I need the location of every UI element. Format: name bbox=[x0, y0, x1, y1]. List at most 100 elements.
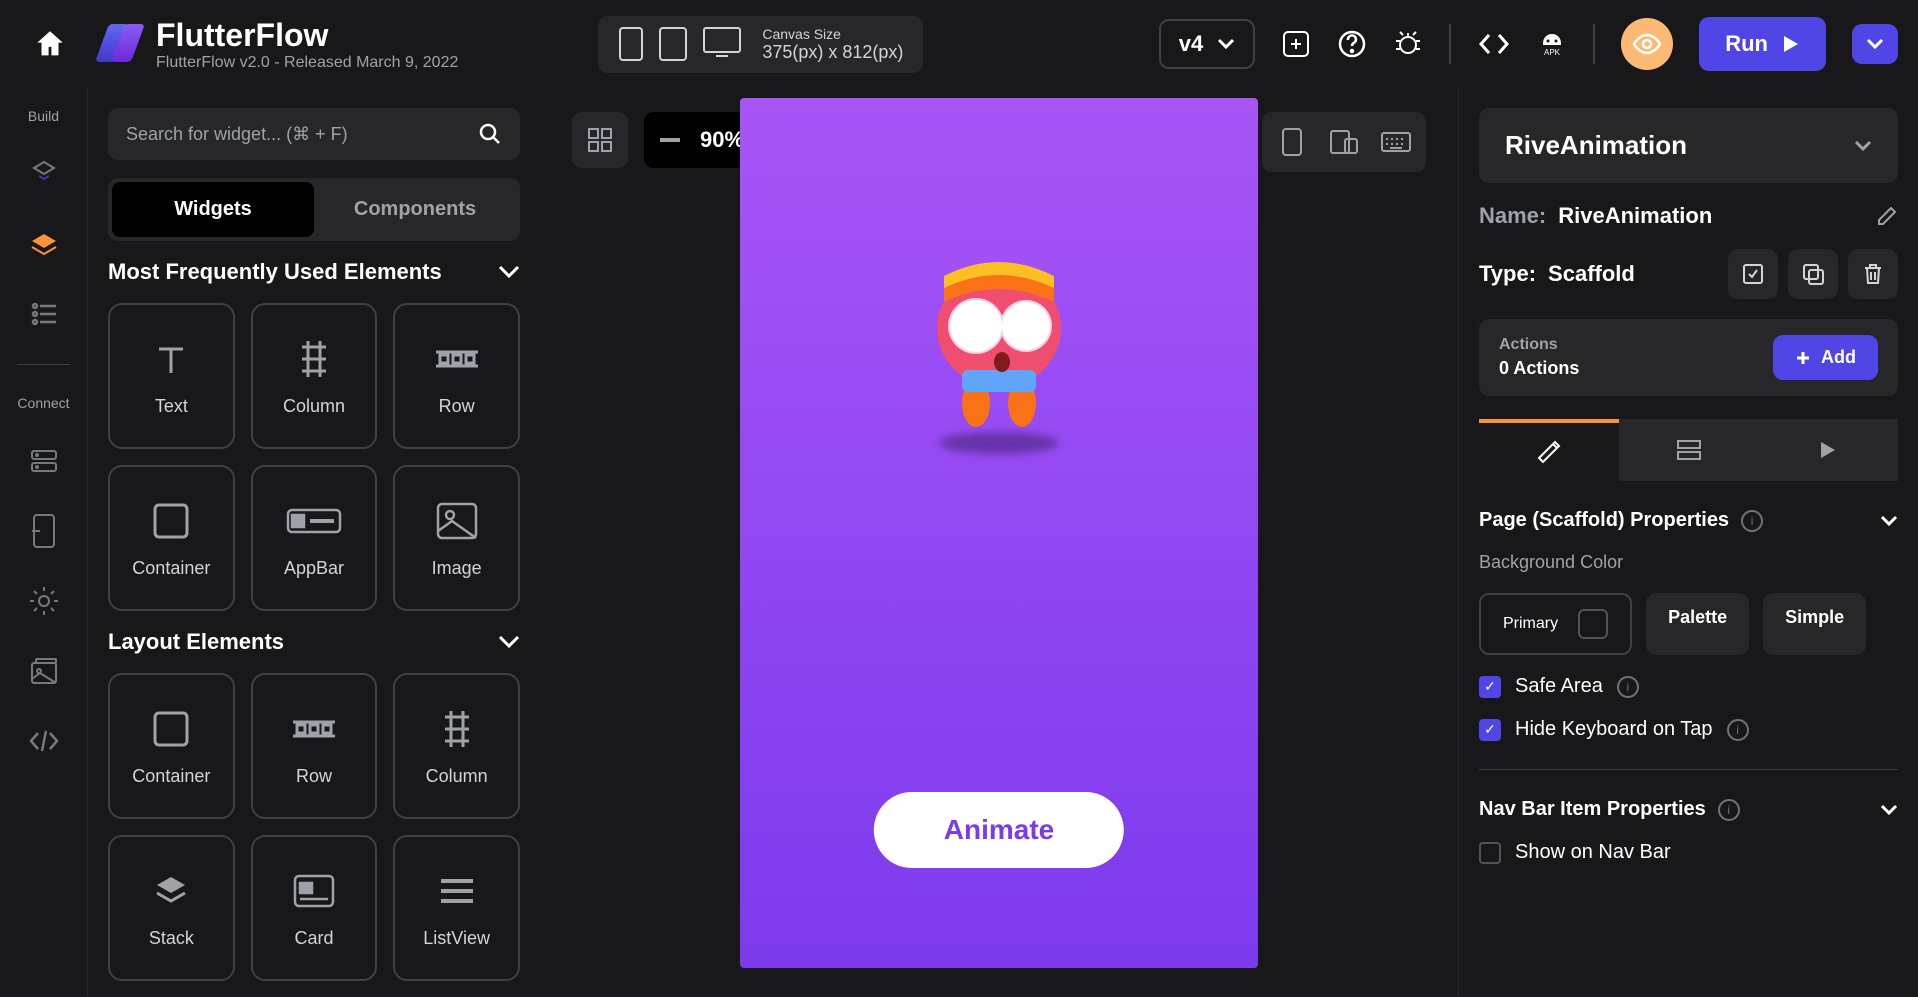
widget-image[interactable]: Image bbox=[393, 465, 520, 611]
info-icon[interactable]: i bbox=[1718, 799, 1740, 821]
copy-button[interactable] bbox=[1788, 249, 1838, 299]
version-text: v4 bbox=[1179, 31, 1203, 57]
widget-row2[interactable]: Row bbox=[251, 673, 378, 819]
run-dropdown-button[interactable] bbox=[1852, 24, 1898, 64]
widget-text[interactable]: Text bbox=[108, 303, 235, 449]
plus-icon bbox=[1795, 350, 1811, 366]
media-rail-icon[interactable] bbox=[24, 651, 64, 691]
prop-tab-actions[interactable] bbox=[1758, 419, 1898, 481]
widget-row[interactable]: Row bbox=[393, 303, 520, 449]
widget-column[interactable]: Column bbox=[251, 303, 378, 449]
widget-container[interactable]: Container bbox=[108, 465, 235, 611]
hide-keyboard-label: Hide Keyboard on Tap bbox=[1515, 718, 1713, 741]
orientation-portrait-icon[interactable] bbox=[1270, 120, 1314, 164]
rail-build-label: Build bbox=[28, 108, 59, 124]
prop-tab-style[interactable] bbox=[1479, 419, 1619, 481]
run-label: Run bbox=[1725, 31, 1768, 57]
select-tool-button[interactable] bbox=[572, 112, 628, 168]
section-freq-label: Most Frequently Used Elements bbox=[108, 259, 442, 285]
section-layout-label: Layout Elements bbox=[108, 629, 284, 655]
simple-button[interactable]: Simple bbox=[1763, 593, 1866, 655]
logo-mark bbox=[100, 24, 140, 64]
prop-tab-data[interactable] bbox=[1619, 419, 1759, 481]
wrap-button[interactable] bbox=[1728, 249, 1778, 299]
run-button[interactable]: Run bbox=[1699, 17, 1826, 71]
keyboard-icon[interactable] bbox=[1374, 120, 1418, 164]
info-icon[interactable]: i bbox=[1617, 676, 1639, 698]
widget-card[interactable]: Card bbox=[251, 835, 378, 981]
widget-appbar[interactable]: AppBar bbox=[251, 465, 378, 611]
color-swatch bbox=[1578, 609, 1608, 639]
bg-color-label: Background Color bbox=[1479, 552, 1898, 573]
widget-stack[interactable]: Stack bbox=[108, 835, 235, 981]
layers-rail-icon[interactable] bbox=[24, 224, 64, 264]
search-input[interactable]: Search for widget... (⌘ + F) bbox=[108, 108, 520, 160]
name-label: Name: bbox=[1479, 203, 1546, 229]
preview-button[interactable] bbox=[1621, 18, 1673, 70]
delete-button[interactable] bbox=[1848, 249, 1898, 299]
canvas-size-label: Canvas Size bbox=[762, 26, 903, 42]
help-icon[interactable] bbox=[1337, 29, 1367, 59]
logo: FlutterFlow FlutterFlow v2.0 - Released … bbox=[100, 17, 458, 72]
code-rail-icon[interactable] bbox=[24, 721, 64, 761]
hide-keyboard-checkbox[interactable]: ✓ bbox=[1479, 719, 1501, 741]
device-desktop-icon[interactable] bbox=[702, 26, 742, 62]
info-icon[interactable]: i bbox=[1741, 510, 1763, 532]
tab-widgets[interactable]: Widgets bbox=[112, 182, 314, 237]
name-value: RiveAnimation bbox=[1558, 203, 1712, 229]
widget-panel: Search for widget... (⌘ + F) Widgets Com… bbox=[88, 88, 540, 997]
code-icon[interactable] bbox=[1477, 31, 1511, 57]
play-icon bbox=[1782, 34, 1800, 54]
version-selector[interactable]: v4 bbox=[1159, 19, 1255, 69]
animate-button[interactable]: Animate bbox=[874, 792, 1124, 868]
bug-icon[interactable] bbox=[1393, 29, 1423, 59]
database-rail-icon[interactable] bbox=[24, 441, 64, 481]
add-action-button[interactable]: Add bbox=[1773, 335, 1878, 380]
orientation-landscape-icon[interactable] bbox=[1322, 120, 1366, 164]
inspector-title-card[interactable]: RiveAnimation bbox=[1479, 108, 1898, 183]
tab-components[interactable]: Components bbox=[314, 182, 516, 237]
property-tabs bbox=[1479, 416, 1898, 481]
navbar-title: Nav Bar Item Properties bbox=[1479, 798, 1706, 821]
canvas-size-box: Canvas Size 375(px) x 812(px) bbox=[598, 16, 923, 73]
left-rail: Build Connect bbox=[0, 88, 88, 997]
actions-count: 0 Actions bbox=[1499, 358, 1579, 379]
canvas-size-value: 375(px) x 812(px) bbox=[762, 42, 903, 63]
chevron-down-icon bbox=[498, 265, 520, 279]
chevron-down-icon[interactable] bbox=[1880, 804, 1898, 816]
chevron-down-icon[interactable] bbox=[1880, 515, 1898, 527]
android-icon[interactable]: APK bbox=[1537, 31, 1567, 57]
top-bar: FlutterFlow FlutterFlow v2.0 - Released … bbox=[0, 0, 1918, 88]
widget-listview[interactable]: ListView bbox=[393, 835, 520, 981]
actions-label: Actions bbox=[1499, 336, 1579, 354]
chevron-down-icon bbox=[1854, 140, 1872, 152]
show-nav-checkbox[interactable] bbox=[1479, 842, 1501, 864]
canvas-area: 90% bbox=[540, 88, 1458, 997]
color-primary[interactable]: Primary bbox=[1479, 593, 1632, 655]
type-label: Type: bbox=[1479, 261, 1536, 287]
show-nav-label: Show on Nav Bar bbox=[1515, 841, 1671, 864]
section-frequent[interactable]: Most Frequently Used Elements bbox=[108, 259, 520, 285]
search-placeholder: Search for widget... (⌘ + F) bbox=[126, 124, 348, 145]
edit-name-icon[interactable] bbox=[1876, 205, 1898, 227]
settings-rail-icon[interactable] bbox=[24, 581, 64, 621]
zoom-out-button[interactable] bbox=[660, 138, 680, 142]
info-icon[interactable]: i bbox=[1727, 719, 1749, 741]
device-tablet-icon[interactable] bbox=[658, 26, 688, 62]
add-page-icon[interactable] bbox=[1281, 29, 1311, 59]
section-layout[interactable]: Layout Elements bbox=[108, 629, 520, 655]
tree-rail-icon[interactable] bbox=[24, 294, 64, 334]
widget-container2[interactable]: Container bbox=[108, 673, 235, 819]
widget-column2[interactable]: Column bbox=[393, 673, 520, 819]
phone-canvas[interactable]: Animate bbox=[740, 98, 1258, 968]
widgets-rail-icon[interactable] bbox=[24, 154, 64, 194]
device-rail-icon[interactable] bbox=[24, 511, 64, 551]
props-title: Page (Scaffold) Properties bbox=[1479, 509, 1729, 532]
safe-area-checkbox[interactable]: ✓ bbox=[1479, 676, 1501, 698]
device-phone-icon[interactable] bbox=[618, 26, 644, 62]
brand-version: FlutterFlow v2.0 - Released March 9, 202… bbox=[156, 54, 458, 72]
zoom-value: 90% bbox=[700, 127, 744, 153]
home-icon[interactable] bbox=[20, 14, 80, 74]
safe-area-label: Safe Area bbox=[1515, 675, 1603, 698]
palette-button[interactable]: Palette bbox=[1646, 593, 1749, 655]
